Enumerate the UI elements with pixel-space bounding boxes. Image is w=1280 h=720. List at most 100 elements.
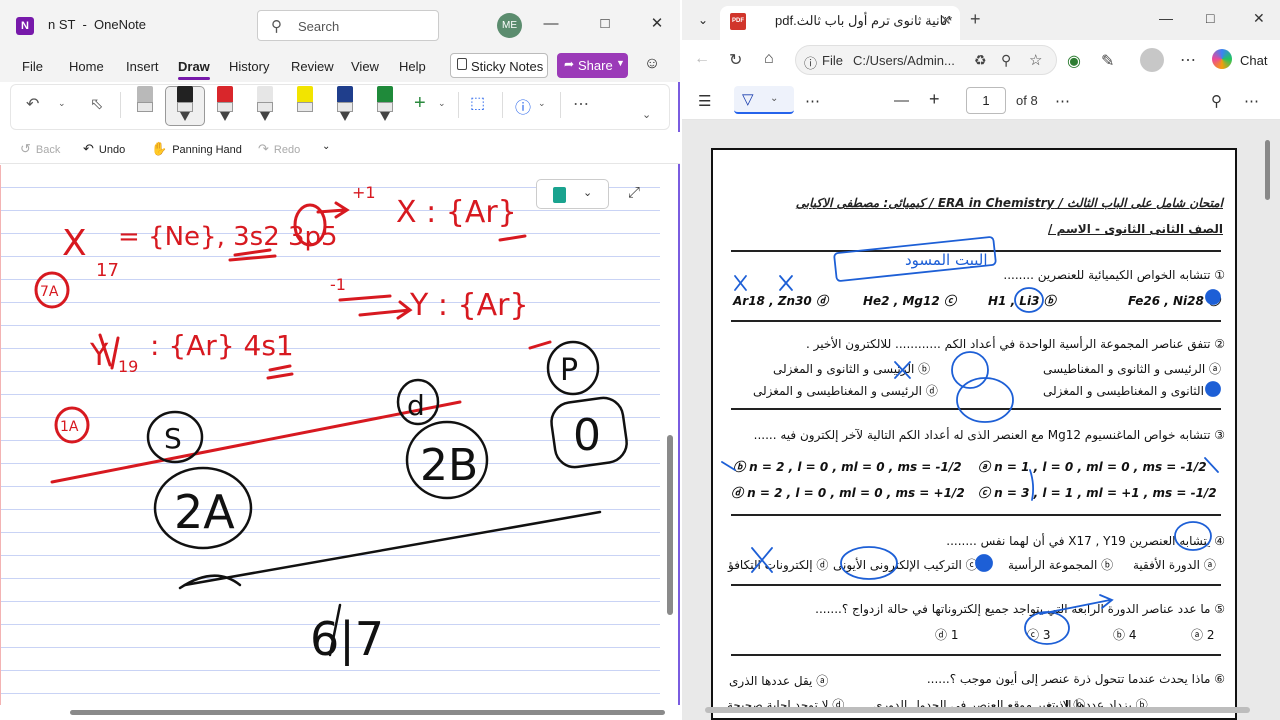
q2-option-d: ⓓ الرئيسى و المغناطيسى و المغزلى <box>753 384 938 398</box>
more-options-icon[interactable]: ⋯ <box>1055 92 1070 110</box>
ink-y-ion: Y : {Ar} <box>409 288 529 323</box>
q5-option-b: ⓑ 4 <box>1113 628 1137 642</box>
ink-config-x: = {Ne}, 3s2 3p5 <box>118 222 338 252</box>
home-icon[interactable]: ⌂ <box>764 50 774 68</box>
extension-globe-icon[interactable]: ◉ <box>1067 51 1081 71</box>
question-4: ④ يتشابه العنصرين X17 , Y19 في أن لهما ن… <box>946 534 1225 548</box>
close-tab-icon[interactable]: ✕ <box>940 12 952 29</box>
ink-y-sub: 19 <box>118 357 138 376</box>
contents-icon[interactable]: ☰ <box>698 92 711 110</box>
ink-x-ion: X : {Ar} <box>396 195 517 230</box>
ink-x-sub: 17 <box>96 260 119 281</box>
ink-charge-minus: -1 <box>330 275 346 294</box>
expand-icon[interactable]: ⤢ <box>628 184 640 201</box>
profile-avatar[interactable] <box>1140 48 1164 72</box>
ink-1a-label: 1A <box>60 419 79 435</box>
ink-zero-label: 0 <box>573 410 601 461</box>
extensions-icon[interactable]: ✎ <box>1101 51 1114 71</box>
more-options-icon[interactable]: ⋯ <box>1244 92 1259 110</box>
question-6: ⑥ ماذا يحدث عندما تتحول ذرة عنصر إلى أيو… <box>926 672 1225 686</box>
q1-option-b: H1 , Li3 ⓑ <box>988 294 1056 308</box>
q5-option-d: ⓓ 1 <box>935 628 959 642</box>
ink-p-label: P <box>560 353 578 388</box>
ink-long-line <box>50 400 462 484</box>
q3-option-c: ⓒ n = 3 , l = 1 , ml = +1 , ms = -1/2 <box>978 486 1217 500</box>
notebook-icon <box>553 187 566 203</box>
divider <box>731 584 1221 586</box>
exam-subheader: الصف الثانى الثانوى - الاسم / <box>1048 222 1223 236</box>
tab-title: *ثانية ثانوى ترم أول باب ثالث.pdf <box>775 13 953 28</box>
ink-dash-2 <box>528 340 552 350</box>
url-text: C:/Users/Admin... <box>853 53 955 68</box>
refresh-icon[interactable]: ↻ <box>729 50 742 70</box>
tab-pdf[interactable]: PDF *ثانية ثانوى ترم أول باب ثالث.pdf ✕ <box>720 6 960 40</box>
copilot-page-icon[interactable]: ♻ <box>974 52 987 69</box>
question-5: ⑤ ما عدد عناصر الدورة الرابعة التي يتواج… <box>815 602 1225 616</box>
more-tools-icon[interactable]: ⋯ <box>805 92 820 110</box>
divider <box>731 320 1221 322</box>
divider <box>731 514 1221 516</box>
maximize-button[interactable]: □ <box>1206 10 1214 26</box>
ink-d-label: d <box>407 389 425 422</box>
ink-charge-plus: +1 <box>352 183 376 202</box>
onenote-horizontal-scrollbar[interactable] <box>0 705 680 720</box>
new-tab-icon[interactable]: + <box>970 9 981 30</box>
info-icon: ⓘ <box>804 56 818 71</box>
q6-option-a: ⓐ يقل عددها الذرى <box>729 674 829 688</box>
ink-arrow <box>338 294 392 302</box>
scrollbar-thumb[interactable] <box>667 435 673 615</box>
chevron-down-icon: ⌄ <box>770 93 779 104</box>
ink-x: X <box>62 223 87 264</box>
q4-option-a: ⓐ الدورة الأفقية <box>1133 558 1216 572</box>
ink-2a-label: 2A <box>174 485 235 539</box>
ink-arrow-2 <box>358 300 413 320</box>
ink-y: Y <box>89 338 109 373</box>
draw-tool-button[interactable]: ▽ ⌄ <box>734 86 794 114</box>
notebook-picker[interactable]: ⌄ <box>536 179 609 209</box>
question-1: ① تتشابه الخواص الكيميائية للعنصرين ....… <box>1003 268 1225 282</box>
draw-icon: ▽ <box>742 91 754 108</box>
search-icon[interactable]: ⚲ <box>1211 92 1222 110</box>
pdf-horizontal-scrollbar[interactable] <box>705 707 1250 713</box>
q2-option-a: ⓐ الرئيسى و الثانوى و المغناطيسى <box>1043 362 1222 376</box>
pdf-page: امتحان شامل على الباب الثالث / ERA in Ch… <box>711 148 1237 720</box>
chat-button[interactable]: Chat <box>1210 47 1274 73</box>
q4-option-d: ⓓ إلكترونات التكافؤ <box>728 558 829 572</box>
tab-actions-icon[interactable]: ⌄ <box>693 10 713 30</box>
ink-2b-label: 2B <box>420 440 478 491</box>
ink-7a-label: 7A <box>40 284 59 300</box>
ink-fraction: 6|7 <box>310 612 384 667</box>
handwriting-ink: X 17 = {Ne}, 3s2 3p5 +1 X : {Ar} 7A Y 19… <box>34 183 628 667</box>
q3-option-a: ⓐ n = 1 , l = 0 , ml = 0 , ms = -1/2 <box>978 460 1207 474</box>
page-number-input[interactable]: 1 <box>966 87 1006 114</box>
divider <box>731 250 1221 252</box>
page-count: of 8 <box>1016 93 1038 108</box>
ink-equals <box>266 364 294 380</box>
minimize-button[interactable]: — <box>1159 10 1173 26</box>
onenote-vertical-scrollbar[interactable] <box>665 165 675 705</box>
ink-dash <box>498 234 527 242</box>
scrollbar-thumb[interactable] <box>1265 140 1270 200</box>
q4-option-b: ⓑ المجموعة الرأسية <box>1008 558 1114 572</box>
chevron-down-icon: ⌄ <box>583 187 593 199</box>
q2-option-c: ⓒ الثانوى و المغناطيسى و المغزلى <box>1043 384 1220 398</box>
divider <box>731 654 1221 656</box>
q1-option-c: He2 , Mg12 ⓒ <box>863 294 956 308</box>
q1-option-a: Fe26 , Ni28 ⓐ <box>1128 294 1221 308</box>
close-button[interactable]: ✕ <box>1253 10 1265 27</box>
ink-s-label: S <box>164 422 182 455</box>
zoom-icon[interactable]: ⚲ <box>1001 52 1011 69</box>
zoom-out-icon[interactable]: — <box>894 92 909 109</box>
scrollbar-thumb[interactable] <box>70 710 665 715</box>
divider <box>731 408 1221 410</box>
zoom-in-icon[interactable]: + <box>929 89 940 110</box>
address-bar[interactable]: ⓘ File C:/Users/Admin... <box>795 45 1057 75</box>
favorite-star-icon[interactable]: ☆ <box>1029 51 1042 69</box>
pdf-vertical-scrollbar[interactable] <box>1262 130 1272 710</box>
pdf-icon: PDF <box>730 13 746 30</box>
chat-label: Chat <box>1240 53 1268 68</box>
q4-option-c: ⓒ التركيب الإلكترونى الأيونى <box>833 558 978 572</box>
q3-option-b: ⓑ n = 2 , l = 0 , ml = 0 , ms = -1/2 <box>733 460 962 474</box>
back-icon[interactable]: ← <box>694 50 710 68</box>
more-options-icon[interactable]: ⋯ <box>1180 50 1196 70</box>
